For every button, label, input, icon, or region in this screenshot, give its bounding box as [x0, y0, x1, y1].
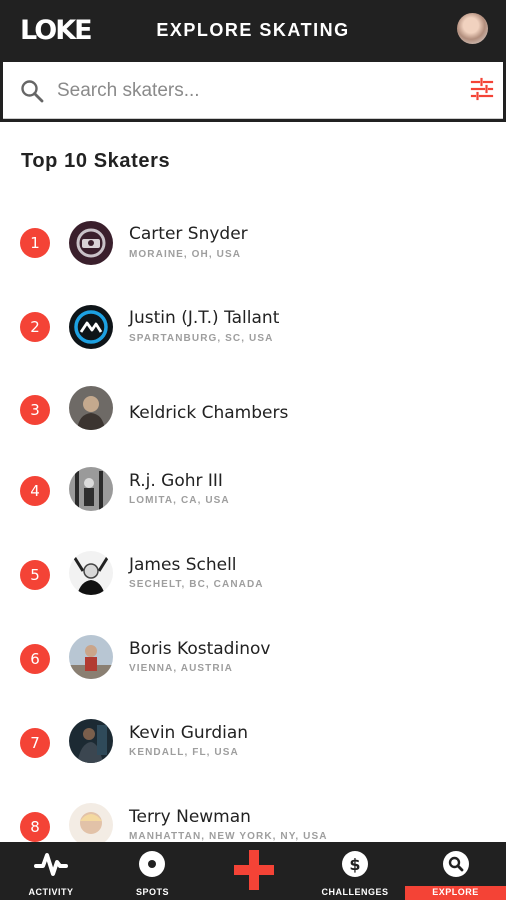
nav-add[interactable] — [203, 842, 305, 900]
skater-row[interactable]: 1 Carter Snyder MORAINE, OH, USA — [0, 200, 506, 284]
skater-row[interactable]: 3 Keldrick Chambers — [0, 368, 506, 452]
search-bar-container — [0, 62, 506, 122]
nav-spots[interactable]: SPOTS — [102, 842, 203, 900]
skater-name: R.j. Gohr III — [129, 471, 223, 491]
skater-location: SECHELT, BC, CANADA — [129, 579, 264, 590]
rank-badge: 2 — [20, 312, 50, 342]
filter-sliders-icon[interactable] — [470, 77, 494, 106]
nav-activity[interactable]: ACTIVITY — [0, 842, 102, 900]
page-title: EXPLORE SKATING — [156, 20, 350, 40]
skater-row[interactable]: 7 Kevin Gurdian KENDALL, FL, USA — [0, 704, 506, 788]
skater-avatar — [69, 305, 113, 349]
skater-name: Kevin Gurdian — [129, 723, 249, 743]
skater-row[interactable]: 5 James Schell SECHELT, BC, CANADA — [0, 536, 506, 620]
rank-badge: 1 — [20, 228, 50, 258]
nav-challenges[interactable]: $ CHALLENGES — [305, 842, 405, 900]
search-icon — [19, 78, 45, 109]
skater-name: Carter Snyder — [129, 224, 248, 244]
skater-name: James Schell — [129, 555, 237, 575]
rank-badge: 6 — [20, 644, 50, 674]
nav-label-spots: SPOTS — [135, 887, 169, 897]
spot-target-icon — [138, 850, 166, 883]
skater-location: MORAINE, OH, USA — [129, 249, 242, 260]
skater-row[interactable]: 2 Justin (J.T.) Tallant SPARTANBURG, SC,… — [0, 284, 506, 368]
skater-avatar — [69, 803, 113, 847]
skater-row[interactable]: 6 Boris Kostadinov VIENNA, AUSTRIA — [0, 620, 506, 704]
plus-icon — [232, 848, 276, 897]
skater-location: LOMITA, CA, USA — [129, 495, 230, 506]
rank-badge: 8 — [20, 812, 50, 842]
top-app-bar: LOKE EXPLORE SKATING — [0, 0, 506, 62]
search-box — [3, 62, 503, 119]
rank-badge: 3 — [20, 395, 50, 425]
nav-label-activity: ACTIVITY — [28, 887, 74, 897]
skater-location: KENDALL, FL, USA — [129, 747, 239, 758]
rank-badge: 5 — [20, 560, 50, 590]
skater-name: Terry Newman — [129, 807, 251, 827]
explore-search-icon — [442, 850, 470, 883]
dollar-coin-icon: $ — [341, 850, 369, 883]
skater-location: VIENNA, AUSTRIA — [129, 663, 233, 674]
nav-label-challenges: CHALLENGES — [321, 887, 389, 897]
skater-avatar — [69, 635, 113, 679]
search-input[interactable] — [55, 75, 439, 107]
skater-name: Justin (J.T.) Tallant — [129, 308, 280, 328]
skater-avatar — [69, 386, 113, 430]
skater-avatar — [69, 221, 113, 265]
skater-location: SPARTANBURG, SC, USA — [129, 333, 274, 344]
svg-text:$: $ — [349, 855, 360, 874]
skater-avatar — [69, 719, 113, 763]
skater-name: Boris Kostadinov — [129, 639, 271, 659]
nav-explore-active[interactable]: EXPLORE — [405, 886, 506, 900]
section-title: Top 10 Skaters — [21, 150, 171, 172]
nav-label-explore: EXPLORE — [432, 887, 479, 897]
skater-name: Keldrick Chambers — [129, 403, 289, 423]
activity-pulse-icon — [34, 850, 68, 883]
skater-avatar — [69, 551, 113, 595]
skater-avatar — [69, 467, 113, 511]
rank-badge: 7 — [20, 728, 50, 758]
user-avatar[interactable] — [457, 13, 488, 44]
skater-row[interactable]: 4 R.j. Gohr III LOMITA, CA, USA — [0, 452, 506, 536]
rank-badge: 4 — [20, 476, 50, 506]
